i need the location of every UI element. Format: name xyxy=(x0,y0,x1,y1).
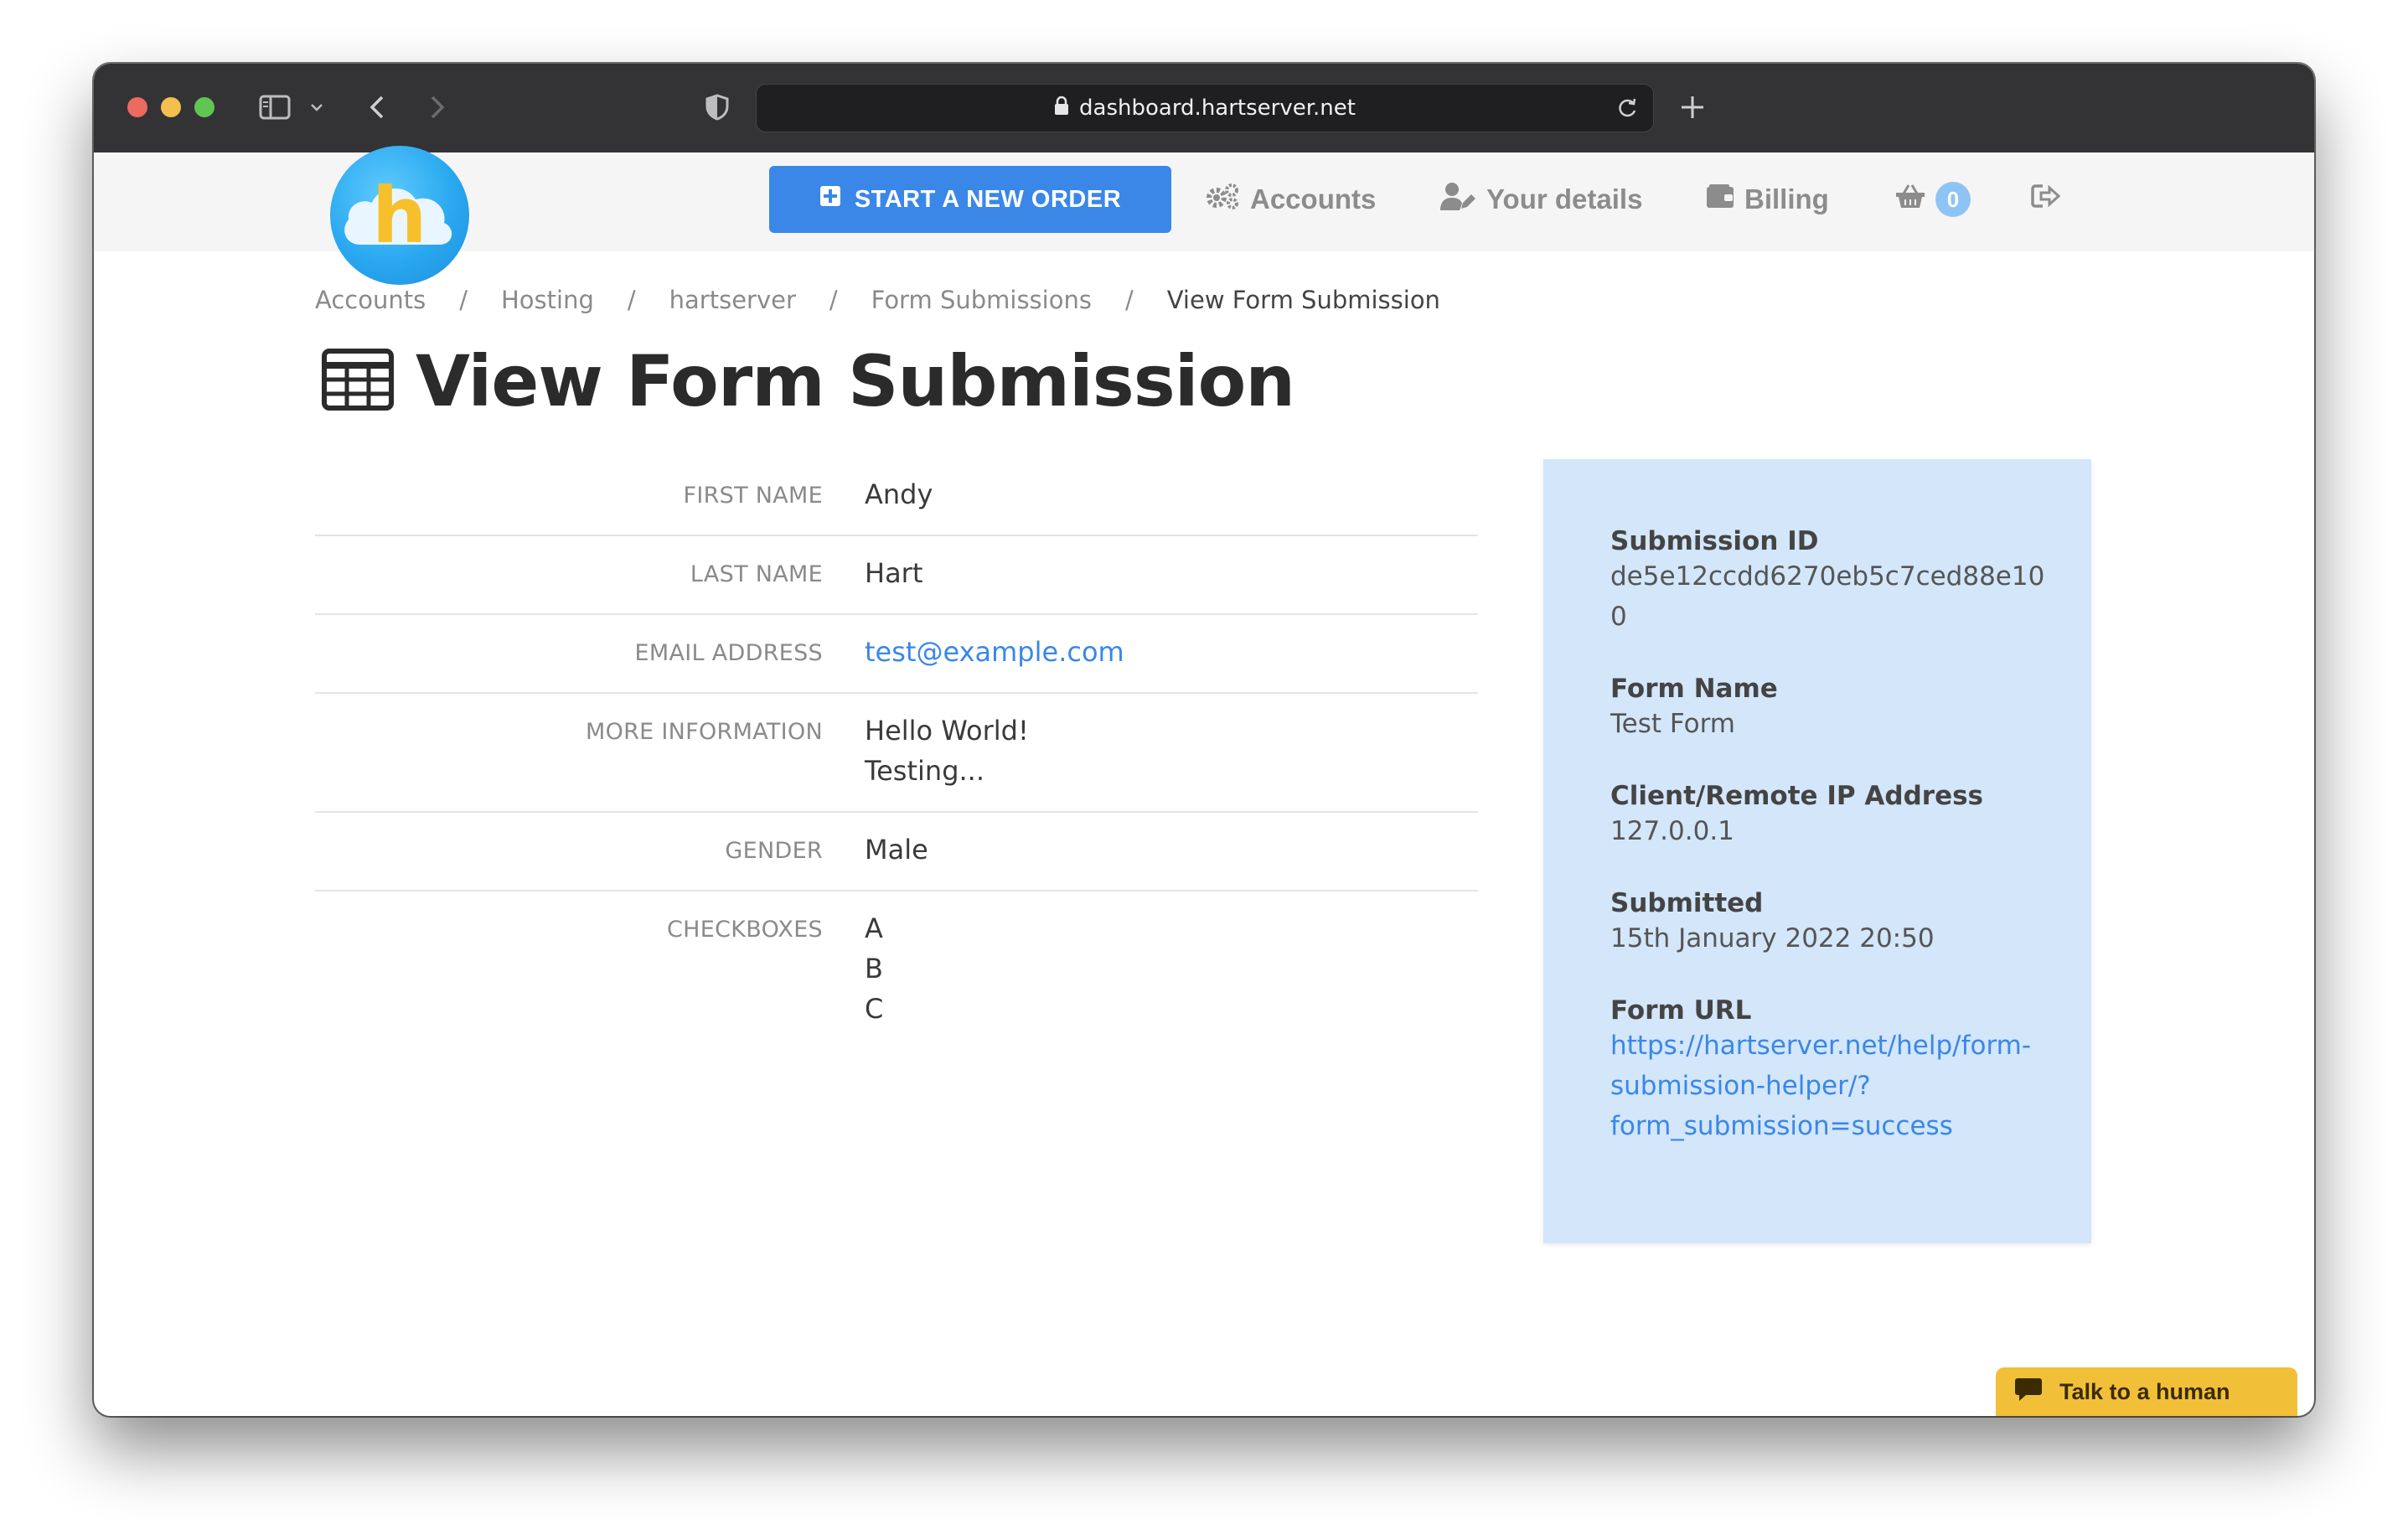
talk-to-human-label: Talk to a human xyxy=(2059,1378,2230,1404)
page-title: View Form Submission xyxy=(416,340,1295,422)
meta-label: Submitted xyxy=(1610,888,1764,918)
breadcrumb-form-submissions[interactable]: Form Submissions xyxy=(871,286,1092,314)
form-url-link[interactable]: https://hartserver.net/help/form-submiss… xyxy=(1610,1031,2031,1141)
logo-letter: h xyxy=(372,171,427,261)
nav-billing-label: Billing xyxy=(1744,183,1829,214)
meta-ip-address: Client/Remote IP Address 127.0.0.1 xyxy=(1610,781,2049,851)
breadcrumb-hartserver[interactable]: hartserver xyxy=(669,286,796,314)
field-row-more-information: MORE INFORMATION Hello World! Testing... xyxy=(315,694,1478,813)
field-value-line: Hart xyxy=(865,557,923,589)
field-row-first-name: FIRST NAME Andy xyxy=(315,457,1478,536)
sign-out-icon xyxy=(2031,183,2061,215)
field-label: CHECKBOXES xyxy=(666,917,823,943)
chevron-down-icon[interactable] xyxy=(307,84,327,131)
sidebar-toggle-icon[interactable] xyxy=(256,84,293,131)
breadcrumb-separator: / xyxy=(459,286,468,314)
talk-to-human-button[interactable]: Talk to a human xyxy=(1996,1367,2297,1416)
nav-cart[interactable]: 0 xyxy=(1895,178,1971,221)
breadcrumb-separator: / xyxy=(627,286,636,314)
field-value: Hello World! Testing... xyxy=(865,711,1478,791)
field-label: LAST NAME xyxy=(690,561,823,587)
browser-toolbar: dashboard.hartserver.net xyxy=(94,64,2314,153)
field-value-line: Andy xyxy=(865,478,933,510)
breadcrumb-separator: / xyxy=(1124,286,1134,314)
site-header: h START A NEW ORDER Accounts Your detail… xyxy=(94,146,2314,285)
privacy-shield-icon[interactable] xyxy=(700,84,734,131)
plus-square-icon xyxy=(819,185,841,214)
meta-label: Form Name xyxy=(1610,674,1778,704)
maximize-window-button[interactable] xyxy=(194,97,214,117)
field-label: FIRST NAME xyxy=(683,483,823,509)
forward-icon[interactable] xyxy=(421,84,454,131)
field-value-line: C xyxy=(865,993,884,1025)
field-value: Hart xyxy=(865,553,1478,593)
breadcrumb-hosting[interactable]: Hosting xyxy=(501,286,594,314)
nav-accounts[interactable]: Accounts xyxy=(1205,178,1376,221)
meta-submitted: Submitted 15th January 2022 20:50 xyxy=(1610,888,2049,959)
nav-billing[interactable]: Billing xyxy=(1706,178,1829,221)
cart-count-badge: 0 xyxy=(1935,182,1971,217)
field-row-checkboxes: CHECKBOXES A B C xyxy=(315,891,1478,1049)
field-value-line: Hello World! xyxy=(865,715,1029,747)
address-bar[interactable]: dashboard.hartserver.net xyxy=(756,84,1654,132)
breadcrumb-accounts[interactable]: Accounts xyxy=(315,286,426,314)
field-row-gender: GENDER Male xyxy=(315,813,1478,891)
browser-window: dashboard.hartserver.net h START A NEW O… xyxy=(94,64,2314,1416)
field-row-last-name: LAST NAME Hart xyxy=(315,536,1478,615)
page-header: View Form Submission xyxy=(322,340,1295,422)
field-value-line: B xyxy=(865,953,883,984)
field-label: MORE INFORMATION xyxy=(585,719,823,745)
submission-fields: FIRST NAME Andy LAST NAME Hart EMAIL ADD… xyxy=(315,457,1478,1049)
meta-label: Form URL xyxy=(1610,995,1752,1026)
field-label: EMAIL ADDRESS xyxy=(634,640,823,666)
field-value: A B C xyxy=(865,908,1478,1029)
meta-label: Submission ID xyxy=(1610,526,1819,556)
nav-accounts-label: Accounts xyxy=(1250,183,1377,214)
table-icon xyxy=(322,349,394,414)
url-text: dashboard.hartserver.net xyxy=(1079,96,1356,121)
basket-icon xyxy=(1895,183,1925,215)
breadcrumb-separator: / xyxy=(829,286,838,314)
meta-value: de5e12ccdd6270eb5c7ced88e100 xyxy=(1610,561,2045,632)
field-value-line: Male xyxy=(865,834,928,866)
start-new-order-label: START A NEW ORDER xyxy=(854,185,1122,213)
submission-meta-panel: Submission ID de5e12ccdd6270eb5c7ced88e1… xyxy=(1543,459,2091,1243)
meta-value: 15th January 2022 20:50 xyxy=(1610,923,1935,953)
field-value: Andy xyxy=(865,474,1478,514)
field-value-line: Testing... xyxy=(865,755,985,787)
field-row-email-address: EMAIL ADDRESS test@example.com xyxy=(315,615,1478,694)
meta-label: Client/Remote IP Address xyxy=(1610,781,1984,811)
lock-icon xyxy=(1054,96,1069,121)
field-value: test@example.com xyxy=(865,632,1478,672)
reload-icon[interactable] xyxy=(1616,96,1638,126)
start-new-order-button[interactable]: START A NEW ORDER xyxy=(769,166,1171,233)
new-tab-icon[interactable] xyxy=(1676,84,1709,131)
nav-logout[interactable] xyxy=(2031,178,2061,221)
breadcrumb-current: View Form Submission xyxy=(1166,286,1440,314)
meta-value: Test Form xyxy=(1610,709,1735,739)
field-value: Male xyxy=(865,829,1478,870)
chat-bubble-icon xyxy=(2014,1377,2043,1408)
email-link[interactable]: test@example.com xyxy=(865,636,1124,668)
meta-submission-id: Submission ID de5e12ccdd6270eb5c7ced88e1… xyxy=(1610,526,2049,637)
nav-your-details[interactable]: Your details xyxy=(1439,178,1642,221)
user-edit-icon xyxy=(1439,182,1476,217)
wallet-icon xyxy=(1706,183,1734,215)
nav-your-details-label: Your details xyxy=(1486,183,1643,214)
hartserver-logo[interactable]: h xyxy=(330,146,469,285)
meta-value: https://hartserver.net/help/form-submiss… xyxy=(1610,1026,2049,1146)
gears-icon xyxy=(1205,182,1240,217)
field-label: GENDER xyxy=(725,838,823,864)
meta-form-name: Form Name Test Form xyxy=(1610,674,2049,744)
meta-value: 127.0.0.1 xyxy=(1610,816,1734,846)
minimize-window-button[interactable] xyxy=(161,97,181,117)
meta-form-url: Form URL https://hartserver.net/help/for… xyxy=(1610,995,2049,1146)
back-icon[interactable] xyxy=(360,84,394,131)
field-value-line: A xyxy=(865,912,883,944)
breadcrumb: Accounts / Hosting / hartserver / Form S… xyxy=(315,283,1440,317)
close-window-button[interactable] xyxy=(127,97,147,117)
